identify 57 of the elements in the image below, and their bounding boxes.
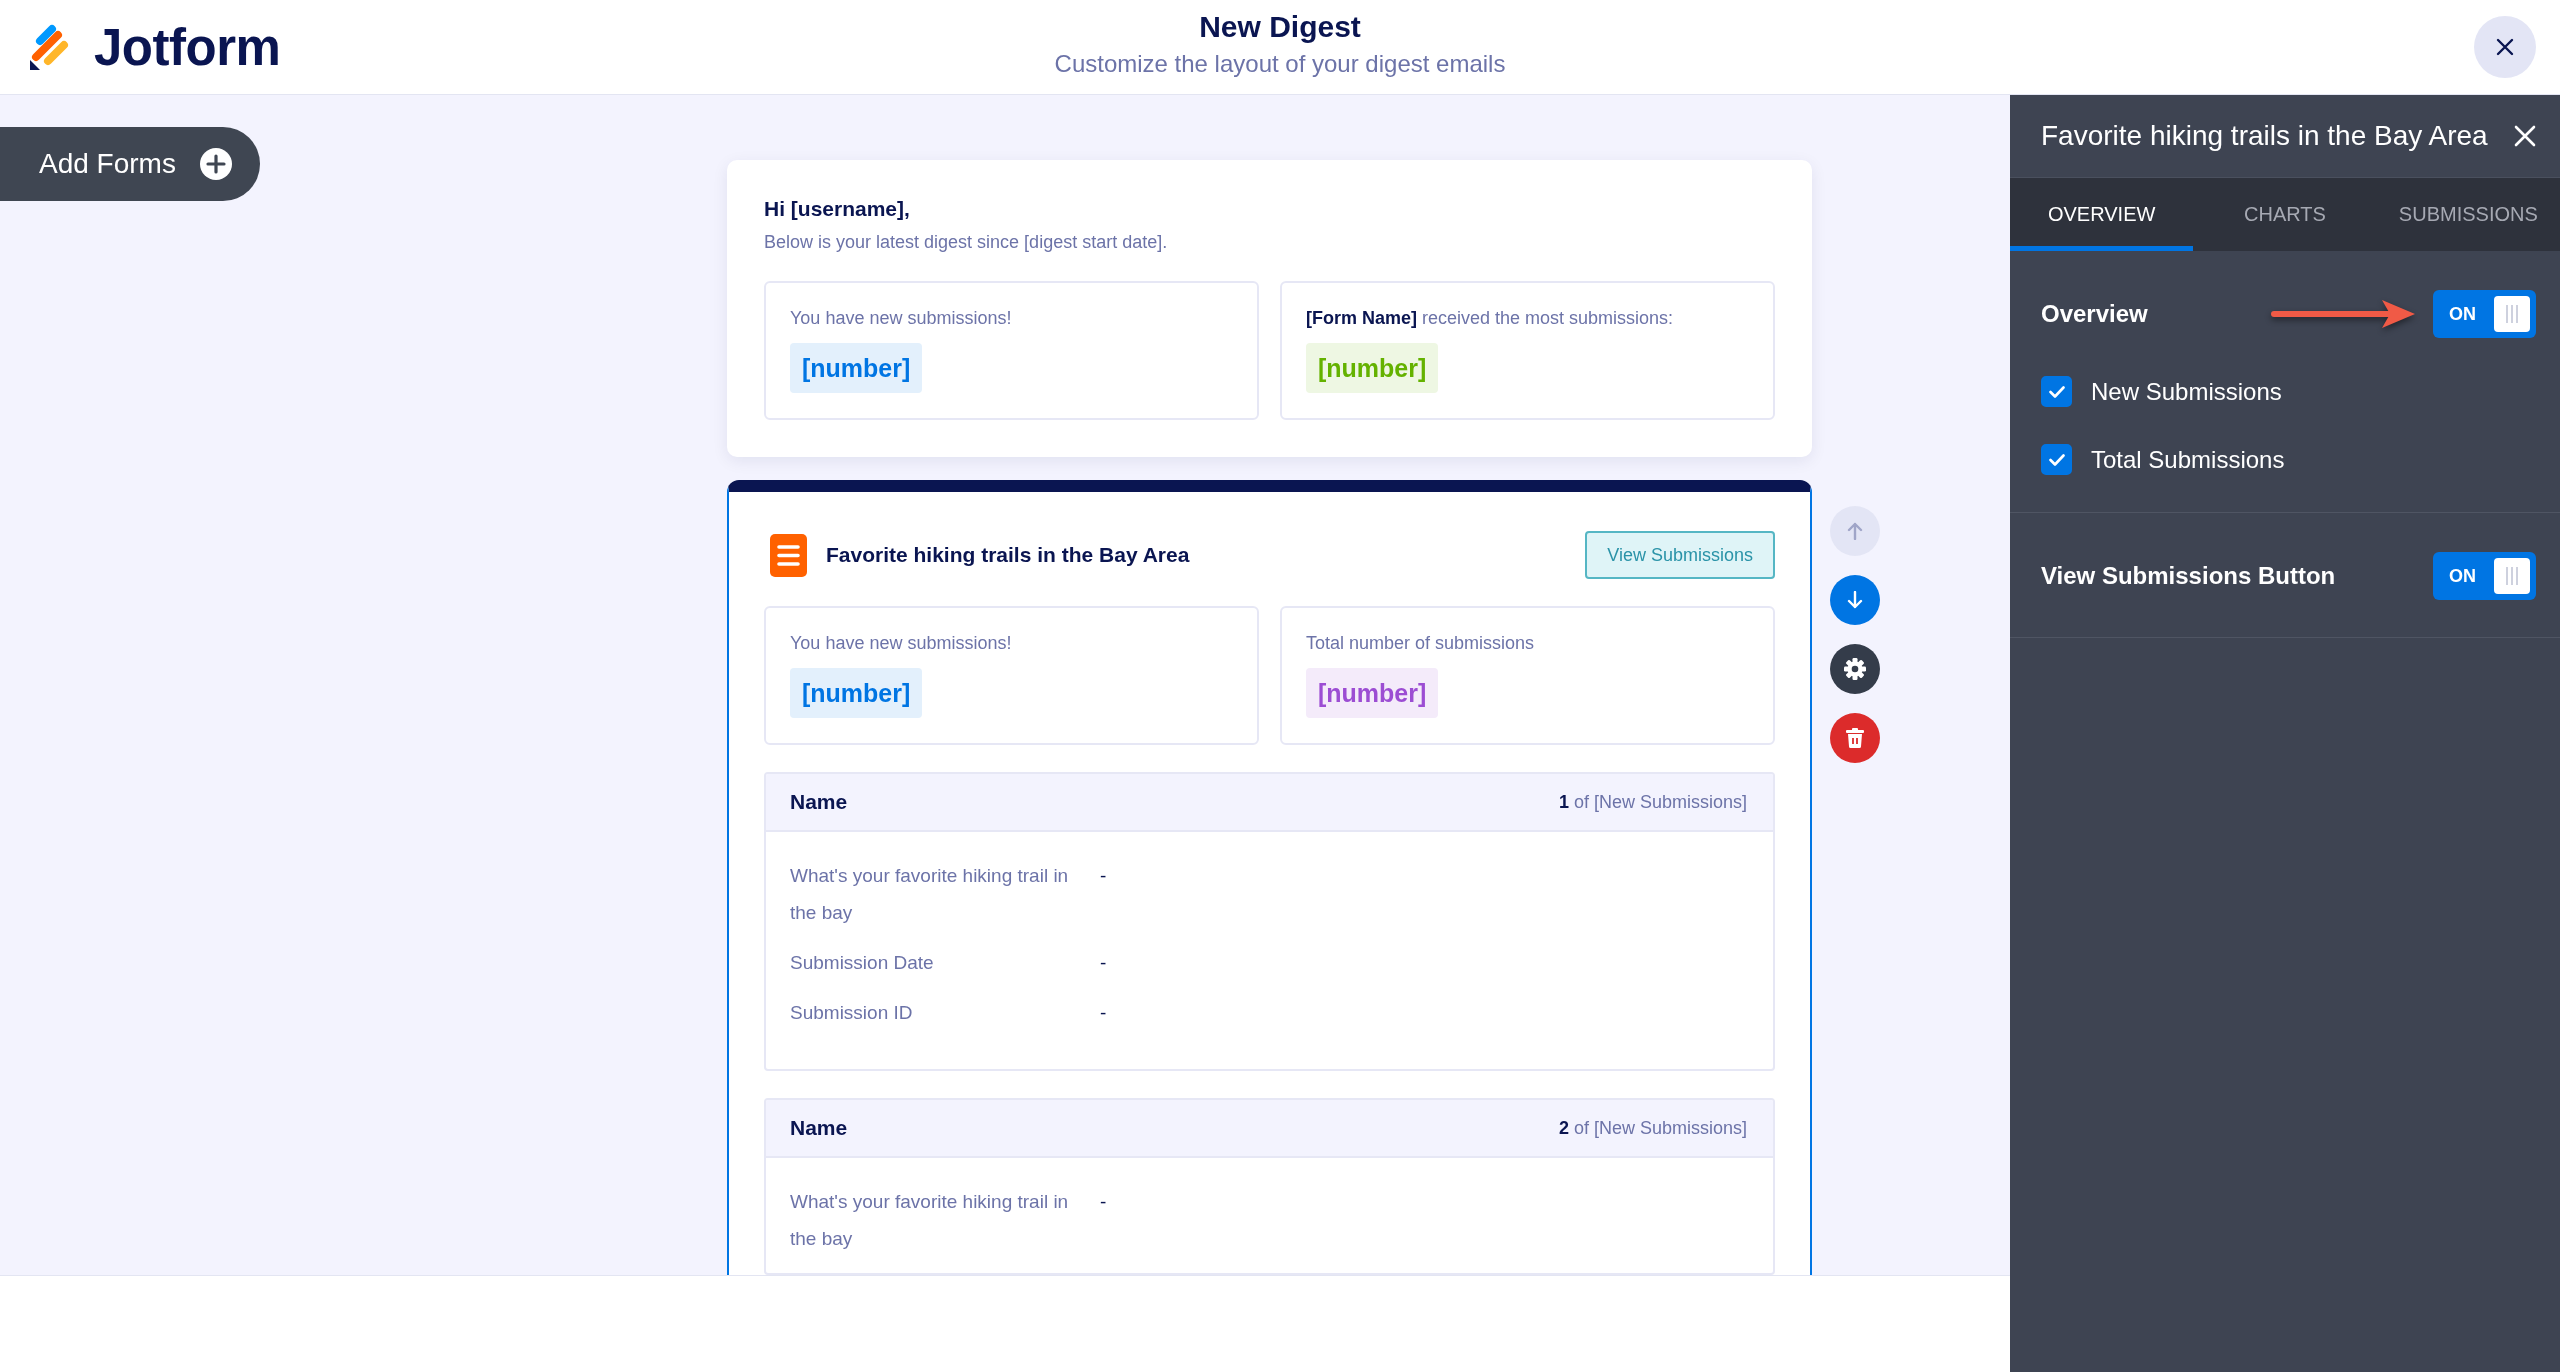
page-subtitle: Customize the layout of your digest emails [1054, 49, 1506, 79]
count-badge: [number] [790, 343, 923, 393]
move-down-button[interactable] [1830, 575, 1880, 625]
handle-icon [2494, 558, 2530, 594]
close-icon [2514, 125, 2536, 147]
checkbox[interactable] [2041, 444, 2072, 475]
logo-icon [28, 23, 70, 71]
tab[interactable]: CHARTS [2193, 178, 2377, 251]
field-label: Submission Date [790, 951, 935, 975]
trash-icon [1846, 728, 1864, 748]
gear-icon [1844, 658, 1866, 680]
stat-label: Total number of submissions [1306, 632, 1535, 655]
arrow-down-icon [1847, 591, 1863, 609]
plus-icon [200, 148, 232, 180]
add-forms-button[interactable]: Add Forms [0, 127, 260, 201]
field-label: What's your favorite hiking trail in the bay [790, 1190, 1070, 1251]
field-value: - [1100, 864, 1107, 888]
checkbox[interactable] [2041, 376, 2072, 407]
tab[interactable]: SUBMISSIONS [2376, 178, 2560, 251]
count-badge: [number] [1306, 668, 1439, 718]
field-value: - [1100, 951, 1107, 975]
submission-counter: 1 of [New Submissions] [1558, 791, 1747, 813]
section-title: Overview [2041, 300, 2148, 328]
field-label: Submission ID [790, 1001, 914, 1025]
toggle-switch[interactable]: ON [2433, 290, 2536, 338]
submission-title: Name [790, 1116, 848, 1140]
count-badge: [number] [790, 668, 923, 718]
close-icon [2496, 38, 2514, 56]
page-title: New Digest [1198, 9, 1362, 45]
check-icon [2048, 385, 2065, 398]
field-value: - [1100, 1001, 1107, 1025]
tab[interactable]: OVERVIEW [2010, 178, 2194, 251]
section-title: View Submissions Button [2041, 562, 2336, 590]
panel-title: Favorite hiking trails in the Bay Area [2041, 120, 2488, 152]
view-submissions-button[interactable]: View Submissions [1585, 531, 1775, 579]
logo-text: Jotform [94, 17, 281, 77]
list-icon [770, 533, 807, 577]
arrow-up-icon [1847, 522, 1863, 540]
close-button[interactable] [2514, 125, 2536, 147]
intro-text: Below is your latest digest since [digest start date]. [764, 231, 1169, 254]
option-label: Total Submissions [2091, 445, 2285, 474]
option-label: New Submissions [2091, 377, 2282, 406]
check-icon [2048, 453, 2065, 466]
stat-label: You have new submissions! [790, 307, 1012, 330]
delete-button[interactable] [1830, 713, 1880, 763]
stat-label: You have new submissions! [790, 632, 1012, 655]
stat-label: [Form Name] received the most submissions: [1306, 307, 1674, 330]
submission-title: Name [790, 790, 848, 814]
form-title: Favorite hiking trails in the Bay Area [826, 543, 1190, 567]
field-label: What's your favorite hiking trail in the bay [790, 864, 1070, 925]
greeting-text: Hi [username], [764, 196, 911, 222]
settings-button[interactable] [1830, 644, 1880, 694]
toggle-switch[interactable]: ON [2433, 552, 2536, 600]
submission-counter: 2 of [New Submissions] [1558, 1117, 1747, 1139]
field-value: - [1100, 1190, 1107, 1214]
handle-icon [2494, 296, 2530, 332]
count-badge: [number] [1306, 343, 1439, 393]
